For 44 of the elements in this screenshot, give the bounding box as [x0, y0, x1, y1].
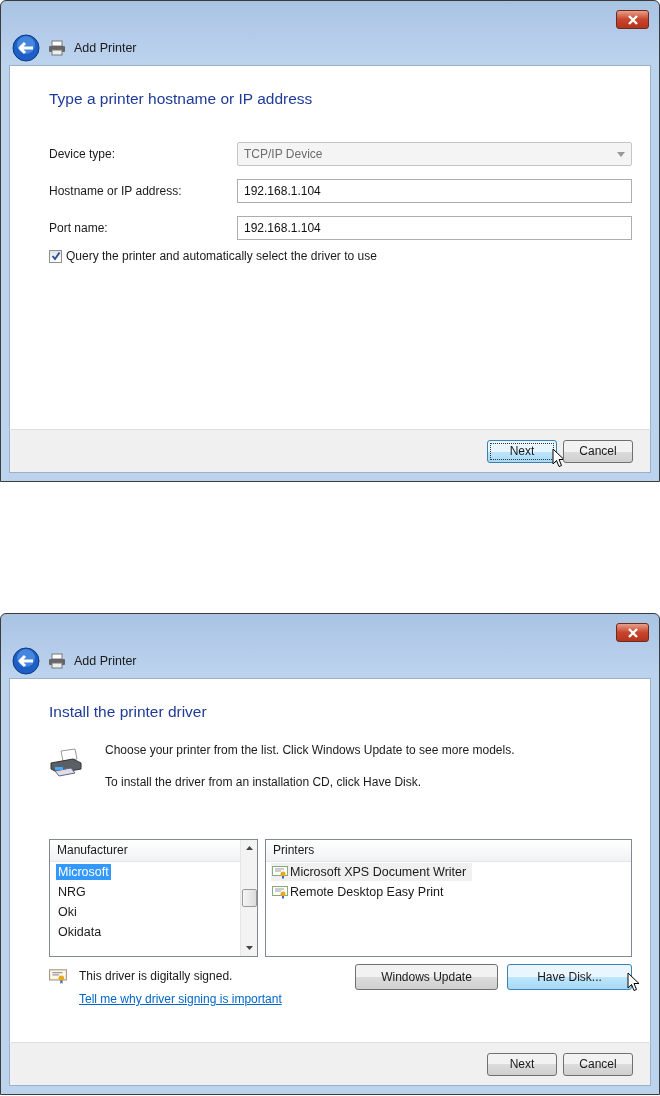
mouse-pointer-icon [552, 447, 565, 468]
close-button[interactable] [616, 10, 649, 29]
page-heading: Type a printer hostname or IP address [49, 90, 314, 108]
certificate-icon [272, 885, 288, 899]
manufacturer-item[interactable]: Okidata [56, 924, 104, 940]
input-field[interactable]: 192.168.1.104 [237, 216, 632, 240]
dialog-button[interactable]: Cancel [563, 439, 633, 463]
certificate-icon [272, 865, 288, 879]
field-label: Hostname or IP address: [49, 184, 183, 198]
window-title: Add Printer [74, 41, 137, 55]
printer-item[interactable]: Microsoft XPS Document Writer [271, 863, 473, 881]
printer-icon [48, 653, 66, 669]
dialog-button[interactable]: Next [487, 1052, 557, 1076]
action-button[interactable]: Windows Update [355, 964, 498, 990]
manufacturer-item[interactable]: Oki [56, 904, 79, 920]
close-icon [626, 14, 639, 25]
caret-icon [617, 151, 625, 157]
dialog-button[interactable]: Next [487, 439, 557, 463]
action-button[interactable]: Have Disk... [507, 964, 632, 990]
instruction-text: To install the driver from an installation CD, click Have Disk. [105, 775, 423, 789]
manufacturer-item[interactable]: NRG [56, 884, 88, 900]
back-button[interactable] [12, 34, 40, 62]
checkmark-icon [50, 251, 61, 261]
query-checkbox[interactable]: Query the printer and automatically select the driver to use [49, 249, 632, 263]
scroll-bar[interactable] [240, 840, 257, 956]
field-label: Port name: [49, 221, 109, 235]
input-field[interactable]: 192.168.1.104 [237, 179, 632, 203]
help-link[interactable]: Tell me why driver signing is important [79, 992, 282, 1006]
dialog-button[interactable]: Cancel [563, 1052, 633, 1076]
field-label: Device type: [49, 147, 117, 161]
close-icon [626, 627, 639, 638]
window-title: Add Printer [74, 654, 137, 668]
signed-status-text: This driver is digitally signed. [79, 969, 233, 983]
printer-list[interactable]: Printers Microsoft XPS Document Writer Remote Desktop Easy Print [265, 839, 632, 957]
printer-icon [49, 747, 83, 779]
printer-icon [48, 40, 66, 56]
back-button[interactable] [12, 647, 40, 675]
manufacturer-list[interactable]: Manufacturer Microsoft NRG Oki Okidata [49, 839, 258, 957]
close-button[interactable] [616, 623, 649, 642]
printer-item[interactable]: Remote Desktop Easy Print [271, 883, 450, 901]
instruction-text: Choose your printer from the list. Click Windows Update to see more models. [105, 743, 515, 757]
certificate-icon [49, 968, 67, 984]
page-heading: Install the printer driver [49, 703, 208, 721]
mouse-pointer-icon [627, 972, 640, 992]
